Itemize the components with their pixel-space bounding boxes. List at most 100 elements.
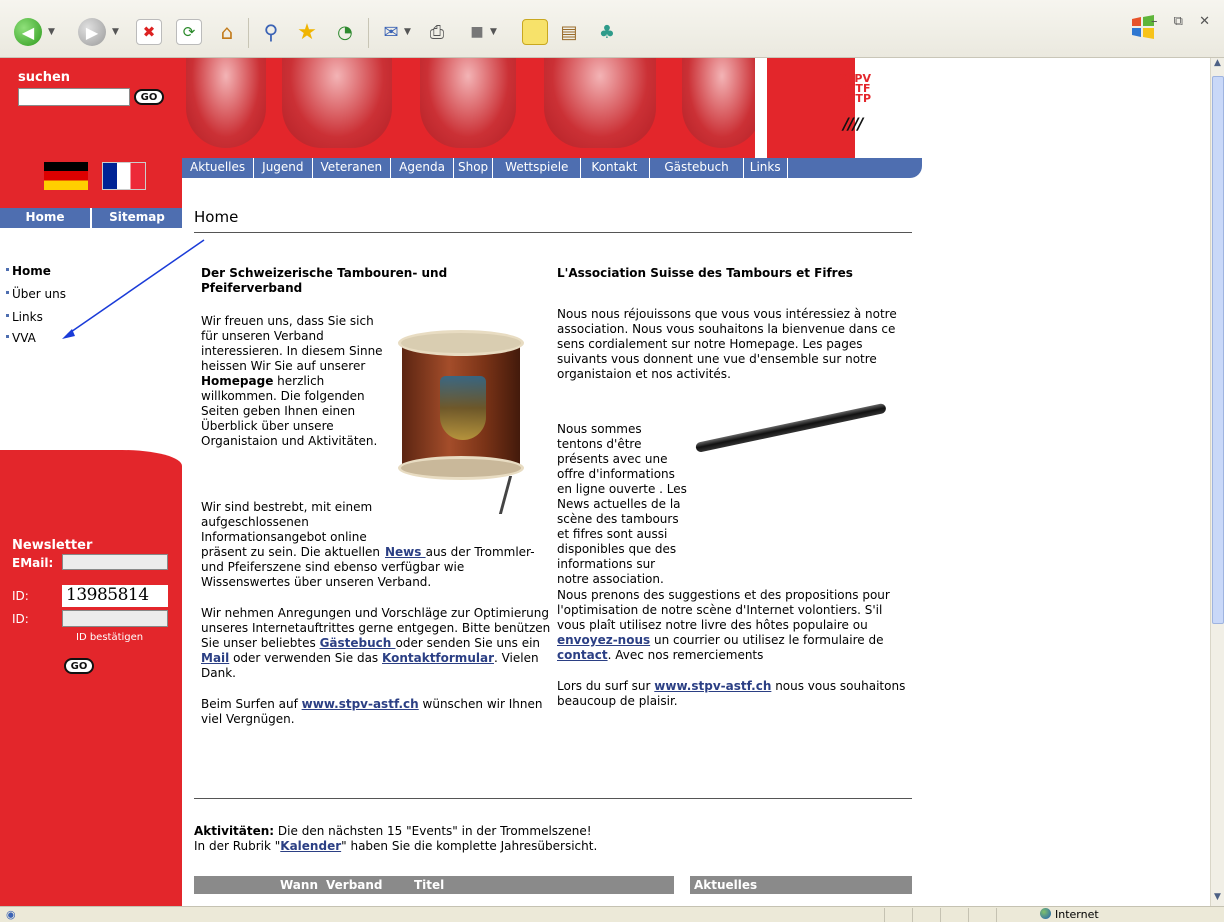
activities-line-2: In der Rubrik "Kalender" haben Sie die k… — [194, 839, 597, 854]
stop-button[interactable]: ✖ — [136, 18, 162, 46]
scrollbar-thumb[interactable] — [1212, 76, 1224, 624]
forward-button[interactable]: ▶ ▼ — [78, 18, 119, 46]
german-title: Der Schweizerische Tambouren- und Pfeife… — [201, 266, 448, 295]
zone-label: Internet — [1055, 908, 1099, 921]
dropdown-arrow-icon[interactable]: ▼ — [112, 27, 119, 37]
window-controls[interactable]: – ⧉ ✕ — [1151, 14, 1216, 29]
research-button[interactable]: ▤ — [556, 18, 582, 46]
sidebar-item-home[interactable]: Home — [6, 264, 51, 278]
envoyez-nous-link[interactable]: envoyez-nous — [557, 633, 650, 647]
nav-links[interactable]: Links — [744, 158, 788, 178]
dropdown-arrow-icon[interactable]: ▼ — [404, 27, 411, 37]
german-intro-top: Der Schweizerische Tambouren- und Pfeife… — [201, 266, 447, 449]
website-link[interactable]: www.stpv-astf.ch — [302, 697, 419, 711]
site-logo[interactable]: STPV ASTF ASTP //// — [755, 58, 925, 158]
calendar-link[interactable]: Kalender — [280, 839, 341, 853]
back-arrow-icon: ◀ — [14, 18, 42, 46]
nav-wettspiele[interactable]: Wettspiele — [493, 158, 582, 178]
nav-shop[interactable]: Shop — [454, 158, 494, 178]
contact-link[interactable]: contact — [557, 648, 608, 662]
german-flag-icon[interactable] — [44, 162, 88, 190]
id-label: ID: — [12, 589, 29, 603]
drum-photo — [544, 58, 656, 148]
nav-gaestebuch[interactable]: Gästebuch — [650, 158, 744, 178]
sidebar-item-label: Home — [12, 264, 51, 278]
search-input[interactable] — [18, 88, 130, 106]
nav-aktuelles[interactable]: Aktuelles — [182, 158, 255, 178]
status-cell — [884, 908, 912, 922]
text-run: un courrier ou utilisez le formulaire de — [650, 633, 884, 647]
stop-icon: ✖ — [136, 19, 162, 45]
mail-button[interactable]: ✉ ▼ — [378, 18, 411, 46]
flute-tube — [694, 402, 887, 453]
text-run: In der Rubrik " — [194, 839, 281, 853]
drum-stand — [498, 476, 530, 514]
french-flag-icon[interactable] — [102, 162, 146, 190]
email-field[interactable] — [62, 554, 168, 570]
messenger-button[interactable]: ♣ — [594, 18, 620, 46]
print-button[interactable]: ⎙ — [424, 18, 450, 46]
newsletter-title: Newsletter — [12, 538, 93, 553]
activities-line-1: Aktivitäten: Die den nächsten 15 "Events… — [194, 824, 597, 839]
note-icon — [522, 19, 548, 45]
vertical-scrollbar[interactable]: ▲ ▼ — [1210, 58, 1224, 906]
arrowhead-icon — [62, 329, 75, 339]
status-cell — [968, 908, 996, 922]
id-confirm-label: ID bestätigen — [76, 632, 144, 643]
status-cell — [996, 908, 1024, 922]
browser-toolbar: ◀ ▼ ▶ ▼ ✖ ⟳ ⌂ ⚲ ★ ◔ ✉ ▼ ⎙ ■ ▼ ▤ ♣ – ⧉ ✕ — [0, 0, 1224, 58]
bullet-icon — [6, 268, 9, 271]
status-cell — [940, 908, 968, 922]
website-link[interactable]: www.stpv-astf.ch — [654, 679, 771, 693]
email-label: EMail: — [12, 556, 54, 570]
newsletter-go-button[interactable]: GO — [64, 658, 94, 674]
sidebar-item-label: VVA — [12, 331, 36, 345]
home-icon: ⌂ — [220, 20, 234, 44]
guestbook-link[interactable]: Gästebuch — [320, 636, 396, 650]
discuss-button[interactable] — [522, 18, 548, 46]
activities-label: Aktivitäten: — [194, 824, 275, 838]
scroll-up-icon[interactable]: ▲ — [1211, 58, 1224, 72]
id-field[interactable] — [62, 610, 168, 627]
search-go-button[interactable]: GO — [134, 89, 164, 105]
nav-veteranen[interactable]: Veteranen — [313, 158, 392, 178]
bullet-icon — [6, 291, 9, 294]
column-header-verband: Verband — [326, 878, 383, 892]
french-paragraph-1: Nous nous réjouissons que vous vous inté… — [557, 307, 897, 381]
history-button[interactable]: ◔ — [332, 18, 358, 46]
drum-photo — [282, 58, 392, 148]
forward-arrow-icon: ▶ — [78, 18, 106, 46]
sidebar-item-links[interactable]: Links — [6, 310, 43, 324]
news-link[interactable]: News — [385, 545, 426, 559]
sidebar-item-ueber-uns[interactable]: Über uns — [6, 287, 66, 301]
newsletter-panel: Newsletter EMail: ID: 13985814 ID: ID be… — [0, 450, 182, 906]
sidebar-item-label: Links — [12, 310, 43, 324]
nav-agenda[interactable]: Agenda — [391, 158, 454, 178]
drum-photo — [186, 58, 266, 148]
german-intro-bottom: Wir sind bestrebt, mit einem aufgeschlos… — [201, 500, 557, 727]
printer-icon: ⎙ — [429, 21, 445, 43]
column-header-titel: Titel — [414, 878, 445, 892]
nav-kontakt[interactable]: Kontakt — [581, 158, 651, 178]
back-button[interactable]: ◀ ▼ — [14, 18, 55, 46]
search-button[interactable]: ⚲ — [258, 18, 284, 46]
edit-icon: ■ — [470, 24, 484, 40]
nav-jugend[interactable]: Jugend — [254, 158, 313, 178]
edit-button[interactable]: ■ ▼ — [464, 18, 497, 46]
top-navigation: Aktuelles Jugend Veteranen Agenda Shop W… — [182, 158, 922, 178]
id-label: ID: — [12, 612, 29, 626]
home-button[interactable]: ⌂ — [214, 18, 240, 46]
french-bottom: Nous prenons des suggestions et des prop… — [557, 588, 907, 709]
french-title: L'Association Suisse des Tambours et Fif… — [557, 266, 853, 280]
tab-sitemap[interactable]: Sitemap — [92, 208, 182, 228]
refresh-button[interactable]: ⟳ — [176, 18, 202, 46]
tab-home[interactable]: Home — [0, 208, 92, 228]
mail-link[interactable]: Mail — [201, 651, 229, 665]
scroll-down-icon[interactable]: ▼ — [1211, 892, 1224, 906]
dropdown-arrow-icon[interactable]: ▼ — [48, 27, 55, 37]
contact-form-link[interactable]: Kontaktformular — [382, 651, 494, 665]
sidebar-item-vva[interactable]: VVA — [6, 331, 36, 345]
home-sitemap-tabs: Home Sitemap — [0, 208, 182, 228]
dropdown-arrow-icon[interactable]: ▼ — [490, 27, 497, 37]
favorites-button[interactable]: ★ — [294, 18, 320, 46]
